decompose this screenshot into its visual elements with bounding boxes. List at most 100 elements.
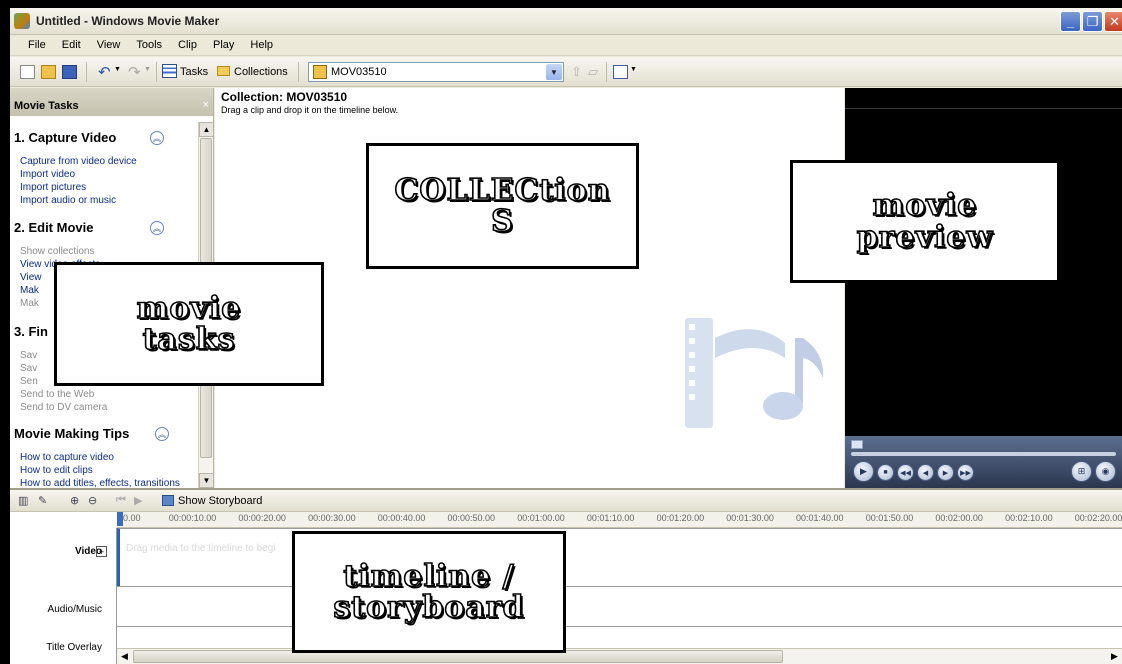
movie-maker-app-icon xyxy=(14,13,30,29)
rewind-timeline-icon[interactable]: ⏮ xyxy=(116,494,126,507)
scroll-right-icon[interactable]: ▶ xyxy=(1107,649,1122,664)
minimize-button[interactable]: _ xyxy=(1060,11,1081,32)
undo-icon[interactable]: ↶ xyxy=(98,63,111,81)
title-bar[interactable]: Untitled - Windows Movie Maker _ ❐ ✕ xyxy=(10,8,1122,35)
video-track[interactable]: Drag media to the timeline to begi xyxy=(117,528,1122,586)
task-link-import-audio-or-music[interactable]: Import audio or music xyxy=(20,195,116,206)
narrate-timeline-icon[interactable]: ✎ xyxy=(38,494,47,507)
ruler-tick: 00:01:10.00 xyxy=(586,513,635,523)
redo-dropdown-chevron-icon[interactable]: ▼ xyxy=(144,66,151,73)
collections-folder-icon[interactable] xyxy=(217,66,230,76)
show-storyboard-button[interactable]: Show Storyboard xyxy=(178,495,262,507)
new-collection-folder-icon[interactable]: ▱ xyxy=(588,64,598,80)
play-timeline-icon[interactable]: ▶ xyxy=(134,494,142,507)
scroll-left-icon[interactable]: ◀ xyxy=(117,649,132,664)
annotation-movie-tasks: movie tasks xyxy=(54,262,324,386)
tasks-pane-close-icon[interactable]: × xyxy=(203,99,209,111)
play-button-icon[interactable]: ▶ xyxy=(853,461,874,482)
menu-help[interactable]: Help xyxy=(242,39,281,51)
tasks-pane-header: Movie Tasks × xyxy=(10,88,213,116)
set-audio-levels-icon[interactable]: ▥ xyxy=(18,494,28,507)
menu-edit[interactable]: Edit xyxy=(54,39,89,51)
views-dropdown-chevron-icon[interactable]: ▼ xyxy=(630,66,637,73)
stop-button-icon[interactable]: ■ xyxy=(877,464,894,481)
playback-controls: ▶ ■ ◀◀ ◀ ▶ ▶▶ ⊞ ◉ xyxy=(845,436,1122,492)
ruler-tick: 0.00 xyxy=(123,513,141,523)
timeline-ruler[interactable]: 0.00 00:00:10.00 00:00:20.00 00:00:30.00 00:… xyxy=(117,512,1122,528)
track-label-title-overlay: Title Overlay xyxy=(46,642,102,653)
section-heading-capture-video[interactable]: 1. Capture Video xyxy=(14,130,116,145)
forward-icon[interactable]: ▶ xyxy=(937,464,954,481)
task-link-make-2[interactable]: Mak xyxy=(20,298,39,309)
collection-title: Collection: MOV03510 xyxy=(221,90,348,104)
playhead[interactable] xyxy=(117,512,123,526)
ruler-tick: 00:02:10.00 xyxy=(1005,513,1053,523)
collection-select-value: MOV03510 xyxy=(331,66,387,78)
task-link-make[interactable]: Mak xyxy=(20,285,39,296)
storyboard-icon[interactable] xyxy=(162,495,174,506)
seek-bar[interactable] xyxy=(851,452,1116,456)
up-one-level-icon[interactable]: ⇧ xyxy=(571,64,582,80)
next-frame-icon[interactable]: ▶▶ xyxy=(957,464,974,481)
undo-dropdown-chevron-icon[interactable]: ▼ xyxy=(114,66,121,73)
task-link-send[interactable]: Sen xyxy=(20,376,38,387)
menu-bar: File Edit View Tools Clip Play Help xyxy=(10,35,1122,56)
collection-select[interactable]: MOV03510 ▼ xyxy=(308,62,564,82)
task-link-save-1[interactable]: Sav xyxy=(20,350,37,361)
views-icon[interactable] xyxy=(613,65,628,79)
zoom-in-icon[interactable]: ⊕ xyxy=(70,494,79,507)
preview-divider xyxy=(845,108,1122,109)
scroll-down-icon[interactable]: ▼ xyxy=(199,473,213,488)
section-heading-edit-movie[interactable]: 2. Edit Movie xyxy=(14,220,93,235)
title-overlay-track[interactable] xyxy=(117,626,1122,648)
task-link-save-2[interactable]: Sav xyxy=(20,363,37,374)
new-project-icon[interactable] xyxy=(20,65,35,79)
expand-track-icon[interactable]: + xyxy=(96,546,107,557)
close-button[interactable]: ✕ xyxy=(1104,11,1122,32)
tasks-button-label[interactable]: Tasks xyxy=(180,66,208,78)
open-project-icon[interactable] xyxy=(41,65,56,79)
task-link-show-collections[interactable]: Show collections xyxy=(20,246,94,257)
collapse-chevron-icon[interactable]: ︽ xyxy=(150,131,164,145)
menu-view[interactable]: View xyxy=(89,39,129,51)
audio-music-track[interactable] xyxy=(117,586,1122,626)
rewind-icon[interactable]: ◀ xyxy=(917,464,934,481)
task-link-send-to-web[interactable]: Send to the Web xyxy=(20,389,94,400)
take-picture-icon[interactable]: ◉ xyxy=(1095,461,1116,482)
task-link-how-to-capture-video[interactable]: How to capture video xyxy=(20,452,114,463)
scroll-up-icon[interactable]: ▲ xyxy=(199,122,213,137)
track-label-column: Video + Audio/Music Title Overlay xyxy=(10,528,117,664)
section-heading-finish-movie[interactable]: 3. Fin xyxy=(14,324,48,339)
annotation-preview-line-1: movie xyxy=(872,188,978,223)
preview-screen-icon[interactable] xyxy=(851,440,863,449)
annotation-timeline-line-1: timeline / xyxy=(343,558,515,594)
task-link-send-to-dv-camera[interactable]: Send to DV camera xyxy=(20,402,107,413)
menu-file[interactable]: File xyxy=(20,39,54,51)
collapse-chevron-icon[interactable]: ︽ xyxy=(155,427,169,441)
menu-clip[interactable]: Clip xyxy=(170,39,205,51)
menu-tools[interactable]: Tools xyxy=(128,39,170,51)
collapse-chevron-icon[interactable]: ︽ xyxy=(150,221,164,235)
collections-button-label[interactable]: Collections xyxy=(234,66,288,78)
maximize-button[interactable]: ❐ xyxy=(1082,11,1103,32)
task-link-view[interactable]: View xyxy=(20,272,42,283)
redo-icon[interactable]: ↷ xyxy=(128,63,141,81)
menu-play[interactable]: Play xyxy=(205,39,242,51)
task-link-import-video[interactable]: Import video xyxy=(20,169,75,180)
timeline-horizontal-scrollbar[interactable]: ◀ ▶ xyxy=(117,648,1122,664)
task-link-how-to-edit-clips[interactable]: How to edit clips xyxy=(20,465,93,476)
section-heading-movie-making-tips[interactable]: Movie Making Tips xyxy=(14,426,129,441)
split-clip-icon[interactable]: ⊞ xyxy=(1071,461,1092,482)
ruler-tick: 00:01:40.00 xyxy=(796,513,844,523)
previous-frame-icon[interactable]: ◀◀ xyxy=(897,464,914,481)
zoom-out-icon[interactable]: ⊖ xyxy=(88,494,97,507)
task-link-import-pictures[interactable]: Import pictures xyxy=(20,182,86,193)
task-link-how-to-add-titles[interactable]: How to add titles, effects, transitions xyxy=(20,478,180,488)
save-project-icon[interactable] xyxy=(62,65,77,79)
task-link-capture-from-video-device[interactable]: Capture from video device xyxy=(20,156,137,167)
annotation-movie-preview: movie preview xyxy=(790,160,1060,283)
chevron-down-icon[interactable]: ▼ xyxy=(546,64,562,80)
tasks-icon[interactable] xyxy=(162,64,177,78)
annotation-timeline-storyboard: timeline / storyboard xyxy=(292,531,566,653)
track-label-audio: Audio/Music xyxy=(47,604,102,615)
